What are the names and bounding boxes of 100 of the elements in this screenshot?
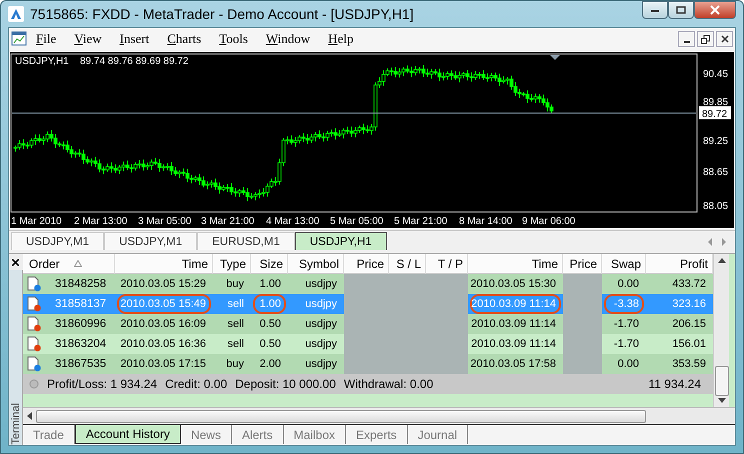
table-cell-text: 2010.03.05 16:36 (119, 337, 207, 352)
table-cell-text: 2010.03.05 15:29 (119, 277, 207, 292)
table-cell-text: 353.59 (671, 357, 707, 372)
table-cell-text: sell (226, 317, 245, 332)
table-cell-text: sell (226, 337, 245, 352)
scroll-down-icon[interactable] (718, 398, 726, 403)
table-row[interactable]: 31860996 2010.03.05 16:09 sell 0.50 usdjpy 2010.03.09 11:14 -1.70 206.15 (23, 314, 713, 334)
table-cell-text: usdjpy (304, 317, 338, 332)
chart-window-icon[interactable] (11, 31, 27, 47)
column-header[interactable]: S / L (389, 254, 426, 274)
window-title: 7515865: FXDD - MetaTrader - Demo Account - [USDJPY,H1] (30, 6, 415, 22)
column-header[interactable]: Time (115, 254, 213, 274)
table-cell-text: 31867535 (54, 357, 108, 372)
column-header[interactable]: T / P (426, 254, 468, 274)
close-icon (710, 5, 720, 15)
table-cell-text: 31863204 (54, 337, 108, 352)
panel-tab[interactable]: Alerts (232, 425, 284, 444)
table-cell-text: 31860996 (54, 317, 108, 332)
price-axis-label: 88.65 (703, 167, 728, 178)
price-axis-label: 90.45 (703, 69, 728, 80)
panel-title: Terminal (10, 402, 22, 445)
table-cell-text: 323.16 (671, 297, 707, 312)
scroll-up-icon[interactable] (718, 258, 726, 263)
table-cell-text: 2010.03.09 11:14 (470, 317, 557, 332)
maximize-icon (676, 6, 686, 14)
menu-item[interactable]: Help (319, 31, 362, 47)
menu-item[interactable]: Insert (110, 31, 158, 47)
table-cell-text: usdjpy (304, 277, 338, 292)
time-axis-label: 4 Mar 13:00 (266, 216, 320, 227)
table-cell-text: 2010.03.05 16:09 (119, 317, 207, 332)
scroll-left-icon[interactable] (27, 412, 32, 420)
summary-value: Withdrawal: 0.00 (344, 377, 434, 391)
close-button[interactable] (8, 254, 22, 270)
maximize-button[interactable] (668, 1, 694, 19)
table-cell-text: -1.70 (612, 317, 640, 332)
status-circle-icon (29, 379, 39, 389)
table-cell-text: 2010.03.05 17:58 (470, 357, 557, 372)
column-header[interactable]: Order (23, 254, 115, 274)
menu-item[interactable]: Window (256, 31, 320, 47)
current-price-label: 89.72 (699, 106, 731, 120)
chart-tab[interactable]: EURUSD,M1 (197, 232, 295, 250)
column-header[interactable]: Time (468, 254, 563, 274)
chart-tab[interactable]: USDJPY,M1 (104, 232, 198, 250)
menu-item[interactable]: Tools (210, 31, 257, 47)
table-cell-text: -1.70 (612, 337, 640, 352)
table-cell-text: 2010.03.05 15:30 (470, 277, 557, 292)
time-axis-label: 9 Mar 06:00 (522, 216, 576, 227)
column-header[interactable]: Type (213, 254, 251, 274)
minimize-button[interactable] (678, 31, 695, 47)
table-cell-text: usdjpy (304, 357, 338, 372)
close-icon (720, 35, 728, 43)
panel-tab[interactable]: Journal (408, 425, 468, 444)
column-header[interactable]: Size (251, 254, 288, 274)
column-header[interactable]: Price (344, 254, 389, 274)
table-cell-text: 2010.03.05 17:15 (119, 357, 207, 372)
table-cell-text: 0.00 (616, 277, 640, 292)
restore-icon (701, 34, 710, 44)
close-icon (12, 258, 19, 266)
price-axis-label: 88.05 (703, 201, 728, 212)
summary-total: 11 934.24 (648, 377, 702, 391)
table-cell-text: 0.00 (616, 357, 640, 372)
vertical-scrollbar[interactable] (713, 254, 729, 407)
menu-item[interactable]: Charts (158, 31, 210, 47)
table-cell-text: 2.00 (258, 357, 282, 372)
time-axis-label: 2 Mar 13:00 (74, 216, 128, 227)
column-header[interactable]: Swap (602, 254, 646, 274)
close-button[interactable] (716, 31, 733, 47)
ohlc-values: 89.74 89.76 89.69 89.72 (80, 56, 188, 67)
time-axis-label: 5 Mar 05:00 (330, 216, 384, 227)
menu-item[interactable]: File (27, 31, 66, 47)
chart-tab[interactable]: USDJPY,M1 (11, 232, 104, 250)
table-cell-text: 31848258 (54, 277, 108, 292)
column-header[interactable]: Profit (646, 254, 713, 274)
restore-button[interactable] (697, 31, 714, 47)
summary-value: Credit: 0.00 (165, 377, 228, 391)
menu-item[interactable]: View (65, 31, 111, 47)
time-axis-label: 5 Mar 21:00 (394, 216, 448, 227)
table-cell-text: buy (225, 277, 245, 292)
table-cell-text: usdjpy (304, 337, 338, 352)
panel-tab[interactable]: Mailbox (284, 425, 346, 444)
summary-value: Profit/Loss: 1 934.24 (47, 377, 158, 391)
table-cell-text: 433.72 (671, 277, 707, 292)
column-header-label: Order (29, 256, 60, 270)
table-cell-text: 0.50 (258, 317, 282, 332)
horizontal-scrollbar[interactable] (23, 407, 735, 424)
table-cell-text: 156.01 (671, 337, 707, 352)
column-header[interactable]: Symbol (288, 254, 344, 274)
minimize-button[interactable] (642, 1, 668, 19)
price-axis-label: 89.85 (703, 97, 728, 108)
panel-tab[interactable]: Experts (346, 425, 408, 444)
column-header[interactable]: Price (563, 254, 602, 274)
shift-marker-icon (550, 55, 560, 60)
table-row[interactable]: 31867535 2010.03.05 17:15 buy 2.00 usdjpy 2010.03.05 17:58 0.00 353.59 (23, 354, 713, 374)
scroll-thumb[interactable] (714, 366, 728, 396)
table-cell-text: buy (225, 357, 245, 372)
minimize-icon (650, 7, 660, 13)
panel-tab[interactable]: Account History (74, 425, 181, 444)
panel-tab[interactable]: News (180, 425, 232, 444)
table-row[interactable]: 31848258 2010.03.05 15:29 buy 1.00 usdjpy 2010.03.05 15:30 0.00 433.72 (23, 274, 713, 294)
chart-tab[interactable]: USDJPY,H1 (294, 232, 387, 250)
